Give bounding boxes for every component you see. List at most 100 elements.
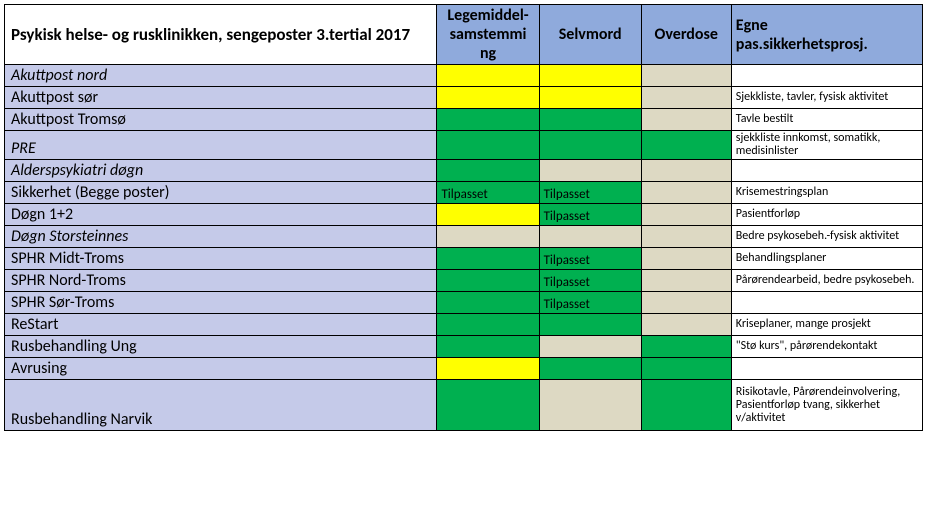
header-overdose: Overdose <box>641 5 731 65</box>
row-label: SPHR Sør-Troms <box>5 292 437 314</box>
status-table: Psykisk helse- og rusklinikken, sengepos… <box>4 4 923 431</box>
status-cell <box>437 160 539 182</box>
note-cell: Pårørendearbeid, bedre psykosebeh. <box>731 270 922 292</box>
note-cell: sjekkliste innkomst, somatikk, medisinli… <box>731 131 922 160</box>
row-label: Døgn Storsteinnes <box>5 226 437 248</box>
table-title: Psykisk helse- og rusklinikken, sengepos… <box>5 5 437 65</box>
status-cell <box>539 380 641 431</box>
table-row: SPHR Midt-Troms Tilpasset Behandlingsplane… <box>5 248 923 270</box>
table-row: Akuttpost nord <box>5 65 923 87</box>
status-cell <box>539 314 641 336</box>
status-cell <box>641 314 731 336</box>
status-cell <box>437 65 539 87</box>
row-label: Rusbehandling Ung <box>5 336 437 358</box>
table-row: Døgn Storsteinnes Bedre psykosebeh.-fysis… <box>5 226 923 248</box>
status-cell <box>437 131 539 160</box>
status-cell: Tilpasset <box>539 182 641 204</box>
status-cell: Tilpasset <box>437 182 539 204</box>
note-cell: Pasientforløp <box>731 204 922 226</box>
row-label: PRE <box>5 131 437 160</box>
row-label: Akuttpost Tromsø <box>5 109 437 131</box>
note-cell <box>731 292 922 314</box>
status-cell <box>437 109 539 131</box>
header-col4-line2: pas.sikkerhetsprosj. <box>736 35 868 54</box>
note-cell: Risikotavle, Pårørendeinvolvering, Pasie… <box>731 380 922 431</box>
note-cell <box>731 160 922 182</box>
status-cell <box>539 87 641 109</box>
status-cell <box>641 65 731 87</box>
row-label: SPHR Midt-Troms <box>5 248 437 270</box>
status-cell: Tilpasset <box>539 270 641 292</box>
table-row: ReStart Kriseplaner, mange prosjekt <box>5 314 923 336</box>
status-cell <box>641 336 731 358</box>
status-cell <box>437 358 539 380</box>
status-cell <box>641 131 731 160</box>
table-row: Sikkerhet (Begge poster)TilpassetTilpass… <box>5 182 923 204</box>
status-cell <box>641 87 731 109</box>
header-legemiddel: Legemiddel- samstemmi ng <box>437 5 539 65</box>
status-cell <box>539 358 641 380</box>
note-cell: Bedre psykosebeh.-fysisk aktivitet <box>731 226 922 248</box>
header-col1-line3: ng <box>480 44 496 63</box>
status-cell: Tilpasset <box>539 204 641 226</box>
status-cell <box>641 204 731 226</box>
status-cell <box>539 65 641 87</box>
table-row: Alderspsykiatri døgn <box>5 160 923 182</box>
row-label: Akuttpost nord <box>5 65 437 87</box>
status-cell <box>437 270 539 292</box>
status-cell <box>437 336 539 358</box>
header-selvmord: Selvmord <box>539 5 641 65</box>
status-cell <box>437 248 539 270</box>
status-cell <box>641 160 731 182</box>
table-row: PRE sjekkliste innkomst, somatikk, medisi… <box>5 131 923 160</box>
status-cell: Tilpasset <box>539 248 641 270</box>
status-cell: Tilpasset <box>539 292 641 314</box>
row-label: Alderspsykiatri døgn <box>5 160 437 182</box>
status-cell <box>539 336 641 358</box>
header-egne-prosj: Egne pas.sikkerhetsprosj. <box>731 5 922 65</box>
status-cell <box>641 109 731 131</box>
status-cell <box>437 314 539 336</box>
note-cell: Kriseplaner, mange prosjekt <box>731 314 922 336</box>
status-cell <box>437 204 539 226</box>
note-cell: Sjekkliste, tavler, fysisk aktivitet <box>731 87 922 109</box>
table-row: Avrusing <box>5 358 923 380</box>
status-cell <box>437 292 539 314</box>
status-cell <box>641 292 731 314</box>
status-cell <box>437 87 539 109</box>
status-cell <box>641 380 731 431</box>
status-cell <box>539 109 641 131</box>
note-cell: Tavle bestilt <box>731 109 922 131</box>
status-cell <box>437 380 539 431</box>
table-row: Døgn 1+2 Tilpasset Pasientforløp <box>5 204 923 226</box>
status-cell <box>539 226 641 248</box>
status-cell <box>539 160 641 182</box>
status-cell <box>539 131 641 160</box>
status-cell <box>641 358 731 380</box>
table-row: Akuttpost sør Sjekkliste, tavler, fysisk … <box>5 87 923 109</box>
row-label: ReStart <box>5 314 437 336</box>
row-label: Sikkerhet (Begge poster) <box>5 182 437 204</box>
status-cell <box>641 270 731 292</box>
note-cell: Krisemestringsplan <box>731 182 922 204</box>
status-cell <box>641 248 731 270</box>
note-cell: "Stø kurs", pårørendekontakt <box>731 336 922 358</box>
status-cell <box>641 226 731 248</box>
header-row: Psykisk helse- og rusklinikken, sengepos… <box>5 5 923 65</box>
table-row: SPHR Sør-Troms Tilpasset <box>5 292 923 314</box>
note-cell: Behandlingsplaner <box>731 248 922 270</box>
table-row: Akuttpost Tromsø Tavle bestilt <box>5 109 923 131</box>
table-body: Akuttpost nordAkuttpost sør Sjekkliste, t… <box>5 65 923 431</box>
table-row: Rusbehandling Narvik Risikotavle, Pårøren… <box>5 380 923 431</box>
note-cell <box>731 65 922 87</box>
row-label: Døgn 1+2 <box>5 204 437 226</box>
row-label: Akuttpost sør <box>5 87 437 109</box>
header-col1-line1: Legemiddel- <box>447 6 528 25</box>
header-col1-line2: samstemmi <box>450 25 527 44</box>
header-col4-line1: Egne <box>736 16 768 35</box>
row-label: Rusbehandling Narvik <box>5 380 437 431</box>
row-label: Avrusing <box>5 358 437 380</box>
status-cell <box>641 182 731 204</box>
row-label: SPHR Nord-Troms <box>5 270 437 292</box>
note-cell <box>731 358 922 380</box>
